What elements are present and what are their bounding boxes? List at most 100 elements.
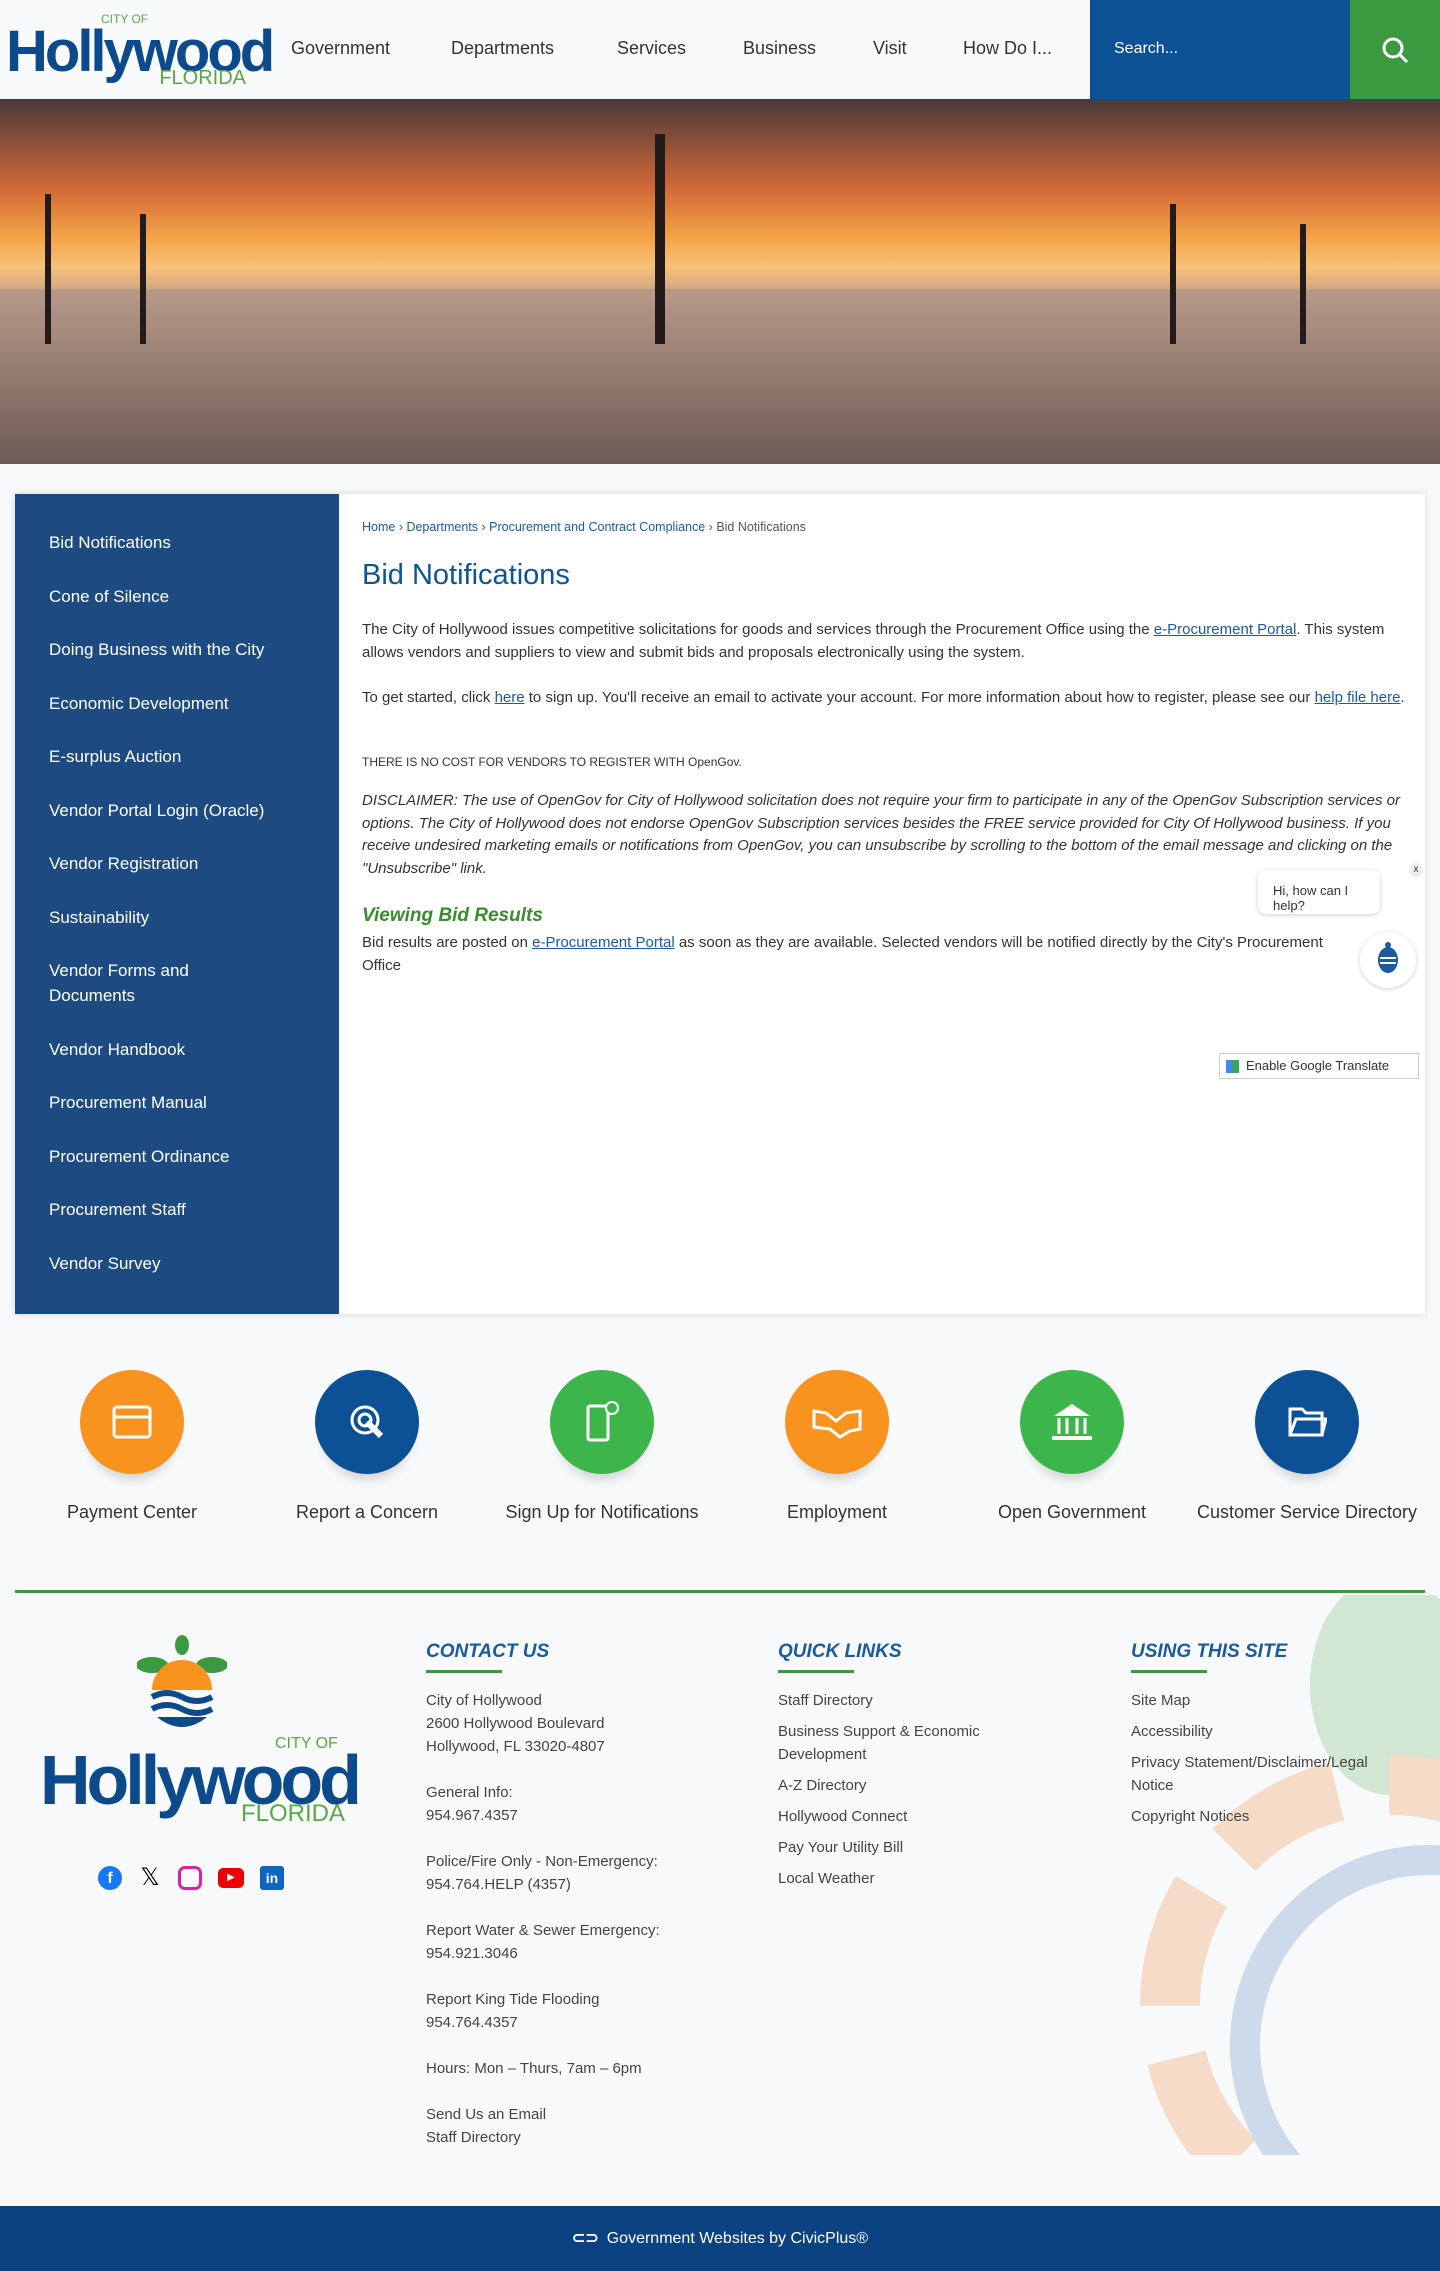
- facebook-icon[interactable]: f: [98, 1866, 122, 1890]
- footer-link[interactable]: Privacy Statement/Disclaimer/Legal Notic…: [1131, 1751, 1411, 1797]
- footer-heading: QUICK LINKS: [778, 1640, 1028, 1673]
- card-icon: [80, 1370, 184, 1474]
- sidebar-item[interactable]: Procurement Ordinance: [49, 1144, 229, 1169]
- breadcrumb-departments[interactable]: Departments: [406, 520, 478, 534]
- sidebar-item[interactable]: Vendor Portal Login (Oracle): [49, 798, 264, 823]
- site-header: CITY OF Hollywood FLORIDA Government Dep…: [0, 0, 1440, 99]
- quick-link-notifications[interactable]: Sign Up for Notifications: [482, 1370, 722, 1524]
- footer-logo-state: FLORIDA: [240, 1800, 345, 1827]
- footer-link[interactable]: Site Map: [1131, 1689, 1411, 1712]
- civicplus-icon: ⊂⊃: [571, 2230, 599, 2247]
- sidebar-item[interactable]: E-surplus Auction: [49, 744, 181, 769]
- handshake-icon: [785, 1370, 889, 1474]
- email-link[interactable]: Send Us an Email: [426, 2106, 546, 2123]
- search-button[interactable]: [1350, 0, 1440, 99]
- text: to sign up. You'll receive an email to a…: [524, 689, 1315, 706]
- sidebar-item[interactable]: Vendor Forms and Documents: [49, 958, 249, 1008]
- sidebar-item[interactable]: Vendor Registration: [49, 851, 198, 876]
- breadcrumb-current: Bid Notifications: [716, 520, 806, 534]
- sidebar-nav: Bid Notifications Cone of Silence Doing …: [15, 494, 339, 1314]
- breadcrumb: Home › Departments › Procurement and Con…: [362, 520, 806, 534]
- king-tide: Report King Tide Flooding 954.764.4357: [426, 1991, 600, 2031]
- breadcrumb-home[interactable]: Home: [362, 520, 395, 534]
- sidebar-item[interactable]: Vendor Handbook: [49, 1037, 185, 1062]
- footer-link[interactable]: Staff Directory: [778, 1689, 1028, 1712]
- google-translate-label: Enable Google Translate: [1246, 1058, 1390, 1073]
- disclaimer: DISCLAIMER: The use of OpenGov for City …: [362, 792, 1400, 877]
- results-paragraph: Bid results are posted on e-Procurement …: [362, 932, 1352, 977]
- footer-quick-links: QUICK LINKS Staff Directory Business Sup…: [778, 1640, 1028, 1898]
- folder-icon: [1255, 1370, 1359, 1474]
- footer-heading: USING THIS SITE: [1131, 1640, 1411, 1673]
- footer-link[interactable]: Hollywood Connect: [778, 1805, 1028, 1828]
- water-sewer: Report Water & Sewer Emergency: 954.921.3…: [426, 1922, 660, 1962]
- chat-close-button[interactable]: x: [1409, 863, 1423, 877]
- quick-link-payment-center[interactable]: Payment Center: [12, 1370, 252, 1524]
- sidebar-item[interactable]: Bid Notifications: [49, 530, 171, 555]
- x-icon[interactable]: 𝕏: [138, 1866, 162, 1890]
- footer-link[interactable]: Business Support & Economic Development: [778, 1720, 1028, 1766]
- phone-alert-icon: [550, 1370, 654, 1474]
- sidebar-item[interactable]: Vendor Survey: [49, 1251, 161, 1276]
- footer-link[interactable]: Copyright Notices: [1131, 1805, 1411, 1828]
- nav-visit[interactable]: Visit: [873, 38, 907, 59]
- turtle-icon: [1378, 942, 1398, 973]
- nav-business[interactable]: Business: [743, 38, 816, 59]
- signup-here-link[interactable]: here: [495, 689, 525, 706]
- footer-divider: [15, 1590, 1425, 1593]
- sidebar-item[interactable]: Doing Business with the City: [49, 637, 264, 662]
- footer-link[interactable]: Pay Your Utility Bill: [778, 1836, 1028, 1859]
- e-procurement-link[interactable]: e-Procurement Portal: [532, 934, 675, 951]
- nav-government[interactable]: Government: [291, 38, 390, 59]
- civicplus-link[interactable]: Government Websites by CivicPlus®: [607, 2230, 868, 2247]
- sidebar-item[interactable]: Procurement Manual: [49, 1090, 207, 1115]
- quick-link-label: Open Government: [997, 1502, 1147, 1522]
- no-cost-notice: THERE IS NO COST FOR VENDORS TO REGISTER…: [362, 755, 742, 769]
- staff-directory-link[interactable]: Staff Directory: [426, 2129, 521, 2146]
- quick-link-customer-service[interactable]: Customer Service Directory: [1187, 1370, 1427, 1524]
- footer-contact: CONTACT US City of Hollywood 2600 Hollywo…: [426, 1640, 706, 2149]
- turtle-logo-icon: [137, 1635, 227, 1727]
- quick-link-label: Employment: [786, 1502, 888, 1522]
- footer-logo[interactable]: CITY OF Hollywood FLORIDA: [40, 1635, 362, 1830]
- nav-how-do-i[interactable]: How Do I...: [963, 38, 1052, 59]
- nav-services[interactable]: Services: [617, 38, 686, 59]
- nav-departments[interactable]: Departments: [451, 38, 554, 59]
- footer-link[interactable]: Local Weather: [778, 1867, 1028, 1890]
- chat-bubble[interactable]: Hi, how can I help?: [1258, 870, 1380, 914]
- youtube-icon[interactable]: ▶: [218, 1868, 244, 1888]
- instagram-icon[interactable]: [178, 1866, 202, 1890]
- chatbot-button[interactable]: [1360, 932, 1416, 988]
- section-heading: Viewing Bid Results: [362, 905, 543, 926]
- logo-state: FLORIDA: [159, 67, 246, 89]
- address: City of Hollywood 2600 Hollywood Boulevar…: [426, 1692, 605, 1755]
- quick-link-label: Payment Center: [66, 1502, 198, 1522]
- city-logo[interactable]: CITY OF Hollywood FLORIDA: [6, 10, 275, 89]
- linkedin-icon[interactable]: in: [260, 1866, 284, 1890]
- google-translate-button[interactable]: Enable Google Translate: [1219, 1053, 1419, 1079]
- quick-link-employment[interactable]: Employment: [717, 1370, 957, 1524]
- google-translate-icon: [1226, 1060, 1239, 1073]
- sidebar-item[interactable]: Sustainability: [49, 905, 149, 930]
- quick-link-label: Report a Concern: [295, 1502, 439, 1522]
- sidebar-item[interactable]: Procurement Staff: [49, 1197, 186, 1222]
- e-procurement-link[interactable]: e-Procurement Portal: [1154, 621, 1297, 638]
- quick-link-report-concern[interactable]: Report a Concern: [247, 1370, 487, 1524]
- footer-link[interactable]: A-Z Directory: [778, 1774, 1028, 1797]
- search-icon: [1382, 37, 1409, 63]
- hours: Hours: Mon – Thurs, 7am – 6pm: [426, 2060, 642, 2077]
- text: The City of Hollywood issues competitive…: [362, 621, 1154, 638]
- breadcrumb-procurement[interactable]: Procurement and Contract Compliance: [489, 520, 705, 534]
- intro-paragraph: The City of Hollywood issues competitive…: [362, 619, 1407, 664]
- general-info: General Info: 954.967.4357: [426, 1784, 518, 1824]
- text: Bid results are posted on: [362, 934, 533, 951]
- quick-link-open-government[interactable]: Open Government: [952, 1370, 1192, 1524]
- help-file-link[interactable]: help file here: [1315, 689, 1401, 706]
- search-input[interactable]: Search...: [1090, 0, 1350, 99]
- footer-link[interactable]: Accessibility: [1131, 1720, 1411, 1743]
- text: To get started, click: [362, 689, 495, 706]
- sidebar-item[interactable]: Economic Development: [49, 691, 229, 716]
- building-icon: [1020, 1370, 1124, 1474]
- sidebar-item[interactable]: Cone of Silence: [49, 584, 169, 609]
- footer-using-site: USING THIS SITE Site Map Accessibility P…: [1131, 1640, 1411, 1836]
